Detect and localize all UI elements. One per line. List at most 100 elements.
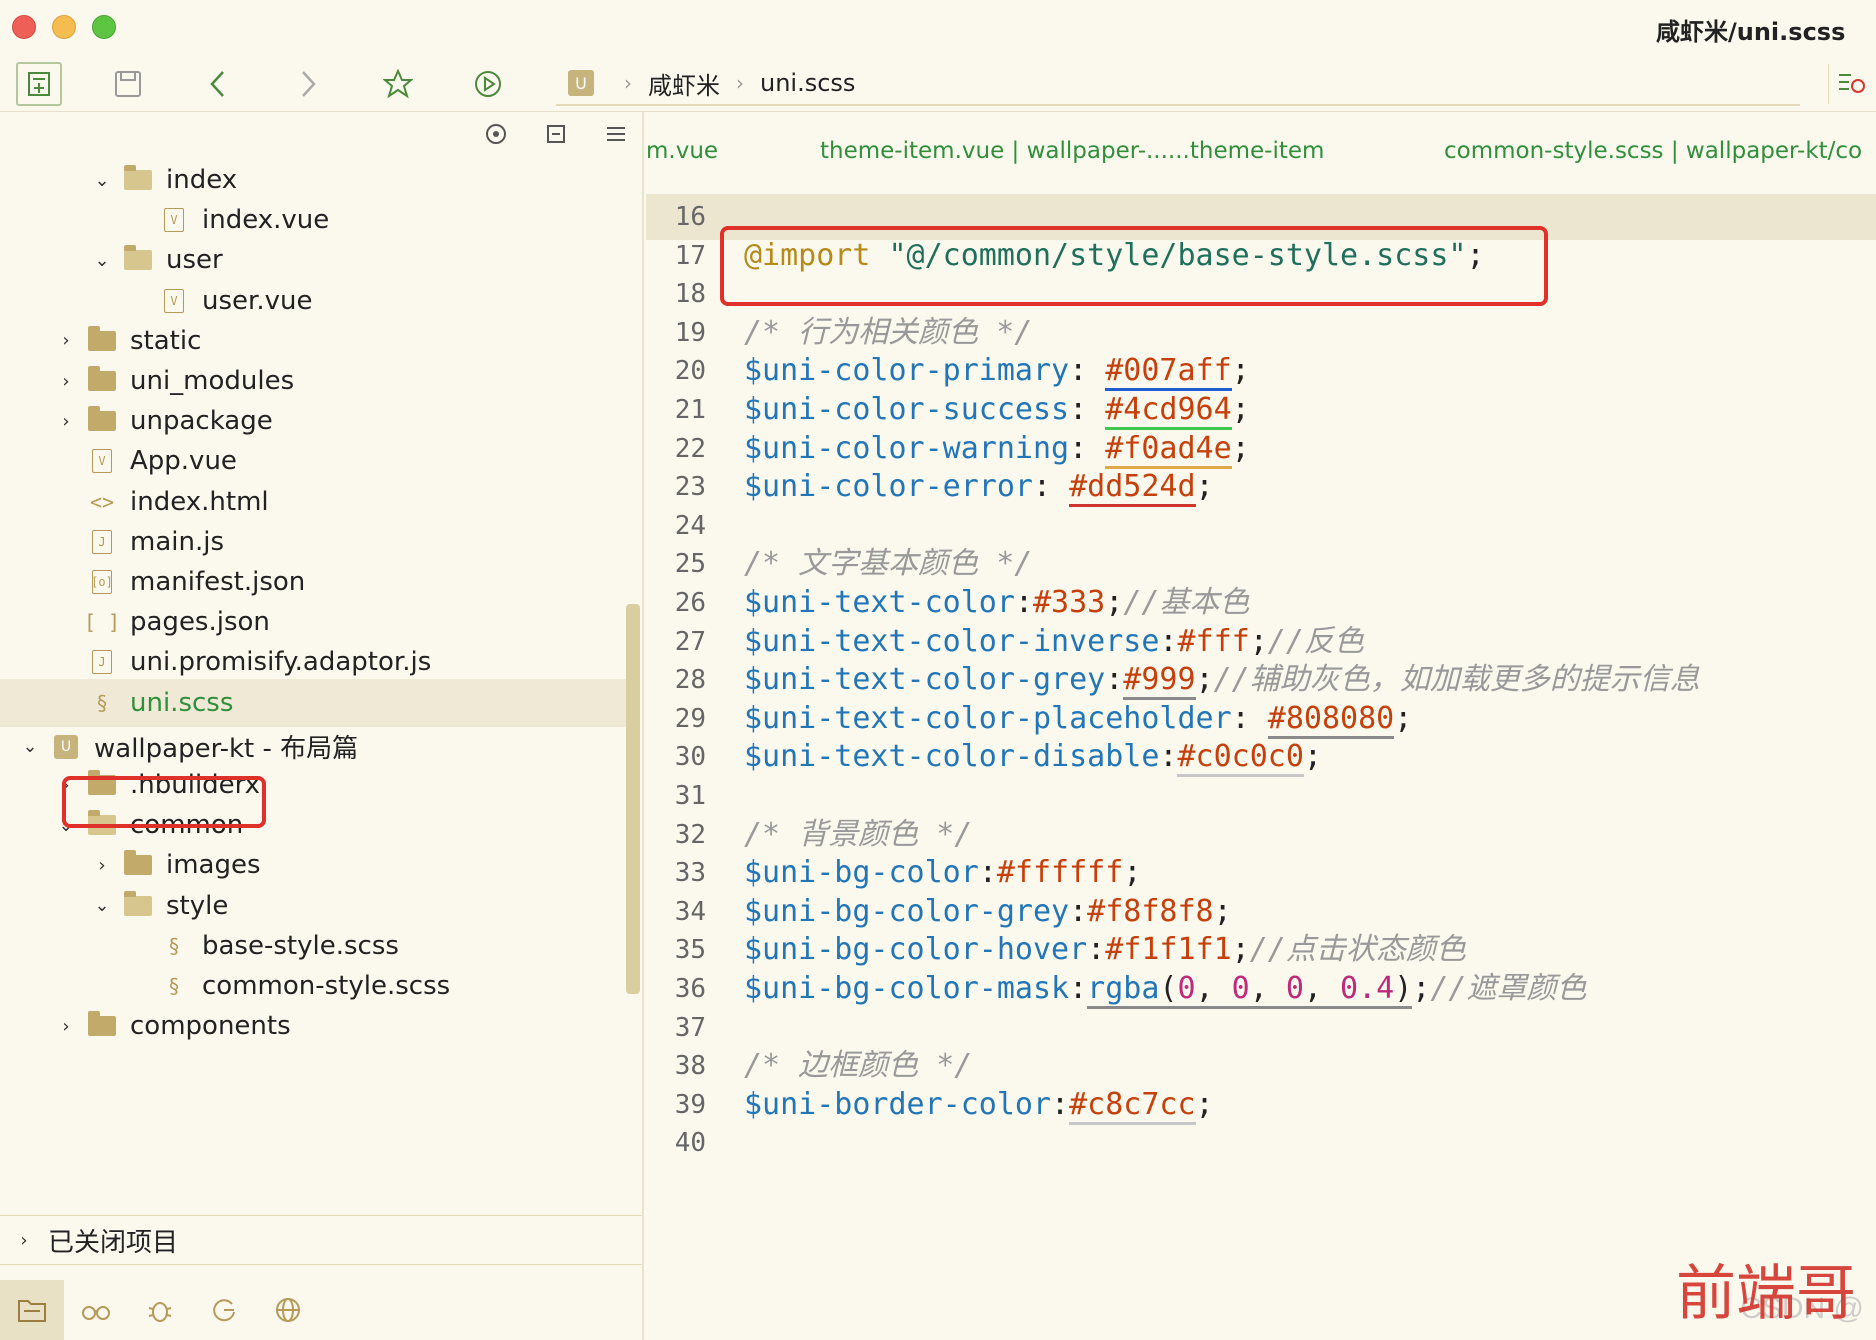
closed-projects-section[interactable]: › 已关闭项目 <box>0 1215 642 1265</box>
code-token: #007aff <box>1105 353 1232 392</box>
source-control-button[interactable] <box>192 1280 256 1340</box>
chevron-down-icon[interactable]: ⌄ <box>90 894 114 918</box>
chevron-right-icon[interactable]: › <box>90 853 114 877</box>
json-file-icon: [ ] <box>83 610 121 635</box>
tree-item-label: user.vue <box>202 285 313 316</box>
code-token: ( <box>1159 971 1178 1009</box>
tree-item-label: images <box>166 850 261 881</box>
scss-file-icon: § <box>95 690 109 715</box>
code-token: $uni-color-error <box>744 469 1033 505</box>
tree-item-label: index.html <box>130 486 269 517</box>
chevron-left-icon <box>210 71 224 97</box>
debug-view-button[interactable] <box>128 1280 192 1340</box>
code-token: #333 <box>1033 585 1106 620</box>
code-token: //基本色 <box>1123 585 1250 620</box>
tree-item-label: App.vue <box>130 446 237 477</box>
collapse-icon <box>547 125 565 143</box>
tree-item-label: static <box>130 325 202 356</box>
code-token: #ffffff <box>996 855 1124 891</box>
chevron-down-icon[interactable]: ⌄ <box>18 735 42 759</box>
globe-icon <box>276 1298 300 1322</box>
closed-projects-label: 已关闭项目 <box>48 1227 179 1258</box>
js-file-icon: J <box>86 648 118 676</box>
code-token: #f1f1f1 <box>1105 932 1232 968</box>
code-token: 0 <box>1231 971 1250 1009</box>
file-tree: ⌄ index Vindex.vue ⌄ user Vuser.vue › static › un… <box>0 156 626 1209</box>
editor-tab[interactable]: theme-item.vue | wallpaper-......theme-i… <box>820 138 1324 164</box>
code-area[interactable]: 16 17 @import "@/common/style/base-style.s… <box>646 194 1876 1340</box>
editor-tabs: m.vue theme-item.vue | wallpaper-......t… <box>646 112 1876 176</box>
code-token: rgba <box>1087 971 1160 1009</box>
run-button[interactable] <box>466 64 510 104</box>
breadcrumb-separator-icon: › <box>736 71 744 95</box>
save-button[interactable] <box>106 64 150 104</box>
code-token: : <box>1069 353 1106 389</box>
code-token: ; <box>1195 662 1214 698</box>
file-tree-scrollbar[interactable] <box>626 604 640 994</box>
tree-item[interactable]: § uni.scss <box>0 678 626 727</box>
browser-view-button[interactable] <box>256 1280 320 1340</box>
window-title: 咸虾米/uni.scss <box>1656 18 1846 46</box>
locate-file-button[interactable] <box>480 118 512 150</box>
editor-tab[interactable]: common-style.scss | wallpaper-kt/co <box>1444 138 1862 164</box>
folder-open-icon <box>122 890 154 920</box>
folder-icon <box>86 406 118 435</box>
breadcrumb-project[interactable]: 咸虾米 <box>648 66 720 101</box>
back-button[interactable] <box>196 64 240 104</box>
tree-item-label: uni.promisify.adaptor.js <box>130 647 432 678</box>
code-token: /* 文字基本颜色 */ <box>744 546 1033 582</box>
vue-file-icon: V <box>86 447 118 475</box>
chevron-right-icon[interactable]: › <box>54 409 78 433</box>
code-token: ; <box>1105 585 1124 620</box>
search-view-button[interactable] <box>64 1280 128 1340</box>
code-token: ; <box>1231 392 1250 427</box>
folder-open-icon <box>122 165 154 194</box>
minimize-window-button[interactable] <box>52 15 76 39</box>
chevron-down-icon[interactable]: ⌄ <box>90 248 114 272</box>
close-window-button[interactable] <box>12 15 36 39</box>
code-token: : <box>1231 700 1268 736</box>
code-token: : <box>1069 392 1106 427</box>
code-token: ; <box>1303 739 1322 775</box>
code-token: : <box>1014 585 1033 620</box>
code-token: ) <box>1394 971 1413 1009</box>
code-token: ; <box>1195 469 1214 505</box>
breadcrumb-file[interactable]: uni.scss <box>760 69 855 97</box>
maximize-window-button[interactable] <box>92 15 116 39</box>
code-token: ; <box>1249 623 1268 659</box>
code-token: $uni-text-color <box>744 585 1015 620</box>
tree-item-label: uni_modules <box>130 366 295 396</box>
new-file-button[interactable] <box>16 62 62 106</box>
chevron-right-icon[interactable]: › <box>54 329 78 353</box>
breadcrumb[interactable]: U › 咸虾米 › uni.scss <box>556 62 1800 106</box>
editor-tab[interactable]: m.vue <box>646 138 718 164</box>
js-file-icon: J <box>86 528 118 556</box>
tree-item-label: components <box>130 1011 291 1042</box>
folder-icon <box>122 850 154 879</box>
chevron-down-icon[interactable]: ⌄ <box>90 168 114 192</box>
code-token: ; <box>1123 855 1142 891</box>
favorite-button[interactable] <box>376 64 420 104</box>
collapse-all-button[interactable] <box>540 118 572 150</box>
code-token: 0 <box>1177 971 1196 1009</box>
code-token: #999 <box>1123 662 1196 701</box>
code-token: ; <box>1213 893 1232 929</box>
chevron-right-icon[interactable]: › <box>54 369 78 393</box>
explorer-menu-button[interactable] <box>600 118 632 150</box>
code-token: //辅助灰色，如加载更多的提示信息 <box>1213 662 1700 698</box>
tree-item[interactable]: › components <box>0 1002 626 1050</box>
chevron-right-icon[interactable]: › <box>54 1014 78 1038</box>
forward-button[interactable] <box>286 64 330 104</box>
outline-search-button[interactable] <box>1828 64 1876 104</box>
tree-item-label: base-style.scss <box>202 930 399 961</box>
code-token: : <box>1032 469 1070 505</box>
files-view-button[interactable] <box>0 1280 64 1340</box>
code-token: , <box>1249 971 1286 1009</box>
manifest-file-icon: [o] <box>86 568 118 596</box>
code-line[interactable]: 40 <box>646 1120 1876 1166</box>
